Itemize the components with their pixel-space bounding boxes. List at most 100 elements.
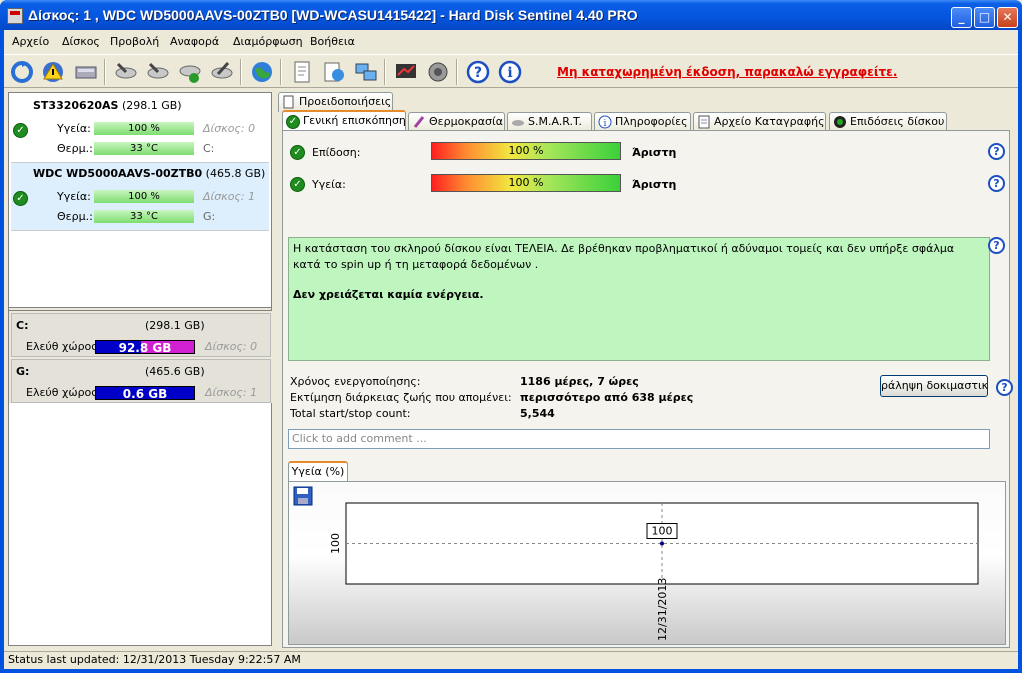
lifetime-label: Εκτίμηση διάρκειας ζωής που απομένει: — [290, 391, 512, 404]
disk-ref: Δίσκος: 1 — [203, 190, 256, 203]
info-icon[interactable]: i — [498, 60, 522, 84]
menu-disk[interactable]: Δίσκος — [62, 35, 100, 48]
health-ok-icon: ✓ — [13, 123, 28, 138]
toolbar-separator — [384, 59, 386, 85]
free-space-bar: 92.8 GB — [95, 340, 195, 355]
y-tick-label: 100 — [329, 533, 342, 554]
disk-name: ST3320620AS (298.1 GB) — [33, 99, 182, 112]
surface-test-icon[interactable] — [146, 60, 170, 84]
menu-report[interactable]: Αναφορά — [170, 35, 219, 48]
test-disk-icon[interactable] — [114, 60, 138, 84]
disk-icon[interactable] — [74, 60, 98, 84]
performance-help-icon[interactable]: ? — [988, 143, 1005, 160]
data-point — [660, 541, 664, 546]
performance-label: Επίδοση: — [312, 146, 361, 159]
tab-alerts[interactable]: Προειδοποιήσεις — [278, 92, 393, 112]
health-chart: 100 100 12/31/2013 — [329, 502, 979, 641]
toolbar-separator — [104, 59, 106, 85]
refresh-icon[interactable] — [10, 60, 34, 84]
toolbar-separator — [240, 59, 242, 85]
tab-log[interactable]: Αρχείο Καταγραφής — [693, 112, 826, 132]
svg-text:i: i — [604, 119, 607, 129]
menu-help[interactable]: Βοήθεια — [310, 35, 355, 48]
test-help-icon[interactable]: ? — [996, 379, 1013, 396]
toolbar-separator — [456, 59, 458, 85]
send-report-icon[interactable] — [322, 60, 346, 84]
overview-page: ✓ Επίδοση: 100 % Άριστη ? ✓ Υγεία: 100 %… — [282, 130, 1013, 648]
startstop-value: 5,544 — [520, 407, 555, 420]
svg-text:?: ? — [474, 65, 482, 81]
sound-icon[interactable] — [426, 60, 450, 84]
drive-letter: C: — [203, 142, 215, 155]
overview-check-icon: ✓ — [286, 115, 300, 129]
alert-icon[interactable] — [41, 60, 65, 84]
disk-ref: Δίσκος: 1 — [205, 386, 258, 399]
window-title: Δίσκος: 1 , WDC WD5000AAVS-00ZTB0 [WD-WC… — [28, 7, 638, 23]
maximize-button[interactable]: □ — [974, 7, 995, 28]
temp-bar: 33 °C — [94, 142, 194, 155]
volume-list: C: (298.1 GB) Ελεύθ χώρος 92.8 GB Δίσκος… — [9, 311, 273, 403]
health-label: Υγεία: — [312, 178, 346, 191]
temp-bar: 33 °C — [94, 210, 194, 223]
toolbar-separator — [280, 59, 282, 85]
data-label: 100 — [652, 525, 673, 538]
status-bar: Status last updated: 12/31/2013 Tuesday … — [4, 651, 1018, 669]
tools-icon[interactable] — [210, 60, 234, 84]
thermometer-icon — [413, 116, 425, 128]
temp-label: Θερμ.: — [57, 142, 93, 155]
disk-item-1[interactable]: WDC WD5000AAVS-00ZTB0 (465.8 GB) ✓ Υγεία… — [11, 163, 269, 231]
verify-disk-icon[interactable] — [178, 60, 202, 84]
performance-icon[interactable] — [394, 60, 418, 84]
free-space-bar: 0.6 GB — [95, 386, 195, 401]
title-bar[interactable]: Δίσκος: 1 , WDC WD5000AAVS-00ZTB0 [WD-WC… — [0, 0, 1022, 30]
tab-overview[interactable]: ✓ Γενική επισκόπηση — [282, 110, 406, 132]
app-window: Δίσκος: 1 , WDC WD5000AAVS-00ZTB0 [WD-WC… — [0, 0, 1022, 673]
free-space-label: Ελεύθ χώρος — [26, 340, 98, 353]
disk-ref: Δίσκος: 0 — [203, 122, 256, 135]
test-button[interactable]: ράληψη δοκιμαστικού — [880, 375, 988, 397]
tab-temperature[interactable]: Θερμοκρασία — [408, 112, 505, 132]
menu-view[interactable]: Προβολή — [110, 35, 159, 48]
drive-letter: G: — [203, 210, 216, 223]
network-icon[interactable] — [354, 60, 378, 84]
lifetime-value: περισσότερο από 638 μέρες — [520, 391, 694, 404]
log-icon — [698, 115, 710, 129]
status-description: Η κατάσταση του σκληρού δίσκου είναι ΤΕΛ… — [288, 237, 990, 361]
menu-bar: Αρχείο Δίσκος Προβολή Αναφορά Διαμόρφωση… — [4, 32, 1018, 52]
alerts-icon — [283, 95, 294, 109]
performance-bar: 100 % — [431, 142, 621, 160]
tab-smart[interactable]: S.M.A.R.T. — [507, 112, 592, 132]
power-on-value: 1186 μέρες, 7 ώρες — [520, 375, 639, 388]
help-icon[interactable]: ? — [466, 60, 490, 84]
minimize-button[interactable]: _ — [951, 7, 972, 28]
volume-item-g[interactable]: G: (465.6 GB) Ελεύθ χώρος 0.6 GB Δίσκος:… — [11, 359, 271, 403]
menu-configuration[interactable]: Διαμόρφωση — [233, 35, 303, 48]
volume-letter: G: — [16, 365, 30, 378]
smart-icon — [512, 120, 524, 126]
unregistered-link[interactable]: Μη καταχωρημένη έκδοση, παρακαλώ εγγραφε… — [557, 65, 897, 79]
disk-item-0[interactable]: ST3320620AS (298.1 GB) ✓ Υγεία: 100 % Δί… — [11, 95, 269, 163]
volume-size: (298.1 GB) — [145, 319, 205, 332]
info-icon: i — [598, 115, 612, 129]
report-icon[interactable] — [290, 60, 314, 84]
health-chart-area: 100 100 12/31/2013 — [288, 481, 1006, 645]
volume-item-c[interactable]: C: (298.1 GB) Ελεύθ χώρος 92.8 GB Δίσκος… — [11, 313, 271, 357]
status-text: Η κατάσταση του σκληρού δίσκου είναι ΤΕΛ… — [293, 242, 955, 271]
comment-input[interactable]: Click to add comment ... — [288, 429, 990, 449]
performance-ok-icon: ✓ — [290, 145, 305, 160]
tab-information[interactable]: i Πληροφορίες — [594, 112, 691, 132]
power-on-label: Χρόνος ενεργοποίησης: — [290, 375, 421, 388]
toolbar: ? i Μη καταχωρημένη έκδοση, παρακαλώ εγγ… — [4, 54, 1018, 88]
disk-list-panel: ST3320620AS (298.1 GB) ✓ Υγεία: 100 % Δί… — [8, 92, 273, 646]
health-help-icon[interactable]: ? — [988, 175, 1005, 192]
tab-performance[interactable]: Επιδόσεις δίσκου — [829, 112, 947, 132]
status-help-icon[interactable]: ? — [988, 237, 1005, 254]
close-button[interactable]: ✕ — [997, 7, 1018, 28]
web-icon[interactable] — [250, 60, 274, 84]
chart-tab-health[interactable]: Υγεία (%) — [288, 461, 348, 481]
startstop-label: Total start/stop count: — [290, 407, 411, 420]
health-ok-icon: ✓ — [290, 177, 305, 192]
svg-text:i: i — [507, 65, 512, 81]
menu-file[interactable]: Αρχείο — [12, 35, 49, 48]
health-label: Υγεία: — [57, 122, 91, 135]
